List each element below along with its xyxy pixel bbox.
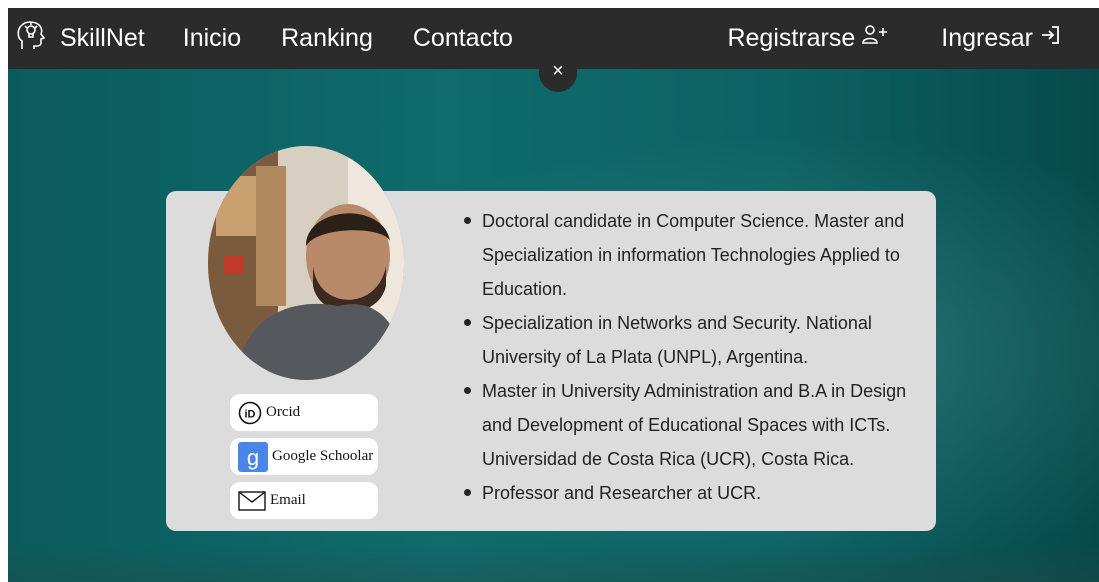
orcid-button[interactable]: iD Orcid [230, 394, 378, 431]
google-scholar-button[interactable]: g Google Schoolar [230, 438, 378, 475]
svg-text:iD: iD [245, 408, 256, 420]
brand[interactable]: SkillNet [14, 19, 145, 58]
orcid-label: Orcid [266, 404, 301, 420]
email-button[interactable]: Email [230, 482, 378, 519]
email-label: Email [270, 492, 306, 508]
orcid-icon: iD [238, 401, 262, 425]
modal-close-button[interactable]: × [539, 52, 577, 92]
add-user-icon [855, 24, 889, 53]
register-link[interactable]: Registrarse [727, 24, 889, 53]
profile-photo [208, 146, 404, 380]
login-label: Ingresar [941, 24, 1033, 52]
nav-inicio[interactable]: Inicio [183, 24, 241, 53]
brand-name: SkillNet [60, 24, 145, 52]
envelope-icon [238, 490, 266, 511]
google-scholar-label: Google Schoolar [272, 448, 374, 464]
register-label: Registrarse [727, 24, 856, 52]
google-scholar-icon: g [238, 441, 268, 472]
nav-account: Registrarse Ingresar [675, 24, 1061, 53]
head-lightbulb-icon [14, 19, 48, 58]
bio-list: Doctoral candidate in Computer Science. … [462, 204, 912, 510]
nav-ranking[interactable]: Ranking [281, 24, 373, 53]
svg-text:g: g [247, 445, 259, 470]
background-shade [8, 542, 1099, 582]
login-link[interactable]: Ingresar [941, 24, 1061, 53]
bio-item: Doctoral candidate in Computer Science. … [462, 204, 912, 306]
nav-contacto[interactable]: Contacto [413, 24, 513, 53]
bio-item: Master in University Administration and … [462, 374, 912, 476]
sign-in-icon [1033, 24, 1061, 53]
bio-item: Specialization in Networks and Security.… [462, 306, 912, 374]
bio-item: Professor and Researcher at UCR. [462, 476, 912, 510]
